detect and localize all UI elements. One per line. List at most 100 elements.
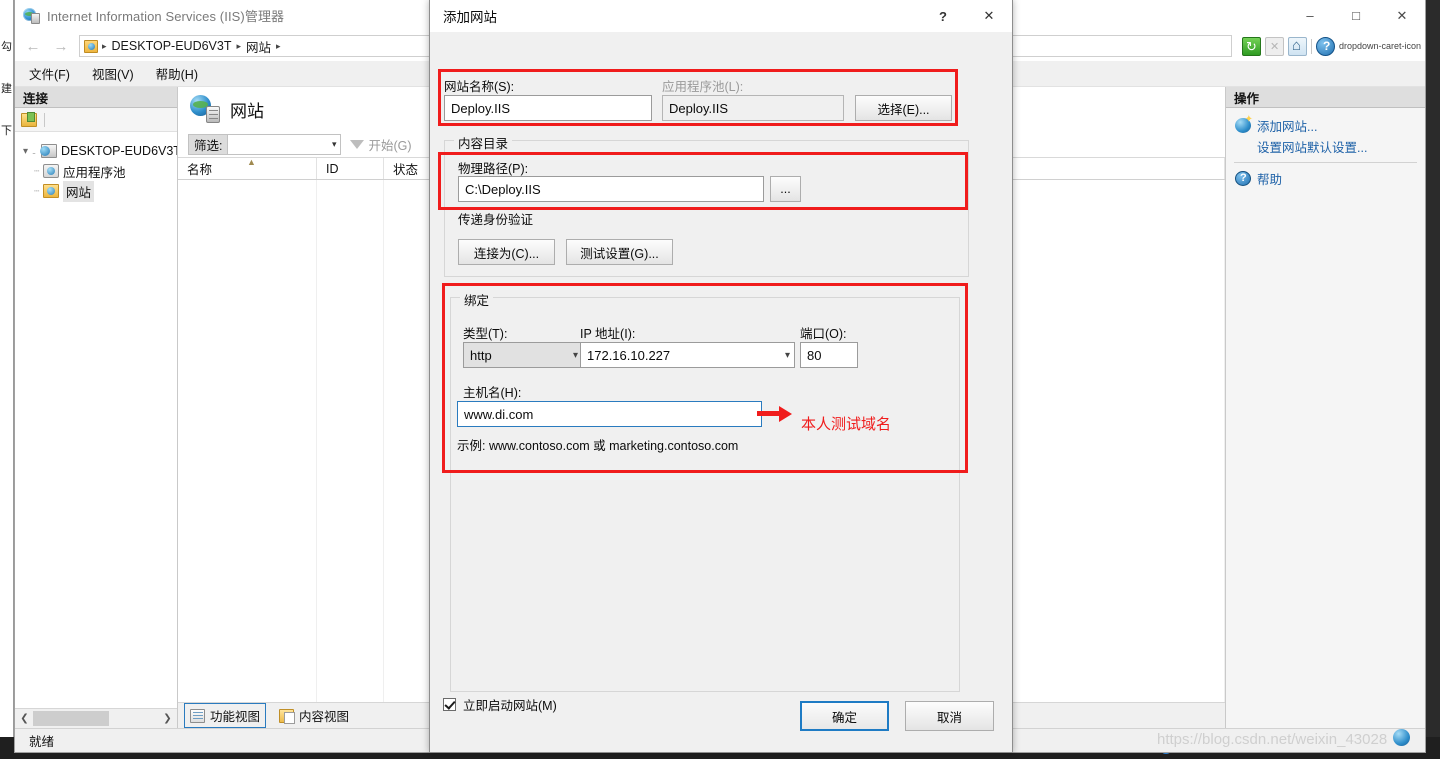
host-name-label: 主机名(H): bbox=[463, 386, 522, 400]
binding-ip-label: IP 地址(I): bbox=[580, 327, 636, 341]
chevron-down-icon[interactable]: ▾ bbox=[19, 146, 32, 157]
action-set-site-defaults[interactable]: 设置网站默认设置... bbox=[1226, 136, 1425, 157]
add-connection-icon[interactable] bbox=[21, 111, 37, 127]
dialog-help-button[interactable]: ? bbox=[920, 0, 966, 32]
start-website-immediately-checkbox[interactable]: 立即启动网站(M) bbox=[443, 695, 557, 714]
select-app-pool-button[interactable]: 选择(E)... bbox=[855, 95, 952, 121]
sites-page-icon bbox=[190, 95, 220, 123]
back-button[interactable]: ← bbox=[19, 34, 47, 58]
dialog-titlebar: 添加网站 ? ✕ bbox=[430, 0, 1012, 32]
status-text: 就绪 bbox=[29, 735, 55, 749]
sidebar-scroll-area: ❮ ❯ bbox=[15, 708, 177, 728]
physical-path-input[interactable]: C:\Deploy.IIS bbox=[458, 176, 764, 202]
action-help[interactable]: 帮助 bbox=[1226, 168, 1425, 189]
tree-node-app-pools[interactable]: ┄ 应用程序池 bbox=[19, 161, 177, 181]
chevron-down-icon[interactable]: ▾ bbox=[779, 350, 790, 361]
breadcrumb-item-sites[interactable]: 网站 bbox=[243, 37, 274, 56]
column-header-name[interactable]: ▲ 名称 bbox=[178, 157, 317, 179]
filter-go-label: 开始(G) bbox=[368, 138, 412, 153]
tree-line: ┄ bbox=[34, 185, 39, 196]
ok-button[interactable]: 确定 bbox=[800, 701, 889, 731]
maximize-button[interactable]: □ bbox=[1333, 0, 1379, 31]
binding-ip-value: 172.16.10.227 bbox=[587, 347, 671, 363]
action-label[interactable]: 设置网站默认设置... bbox=[1257, 137, 1367, 156]
minimize-button[interactable]: – bbox=[1287, 0, 1333, 31]
add-website-dialog: 添加网站 ? ✕ 网站名称(S): 应用程序池(L): Deploy.IIS D… bbox=[429, 0, 1013, 753]
action-label[interactable]: 添加网站... bbox=[1257, 116, 1317, 135]
scroll-left-arrow-icon[interactable]: ❮ bbox=[16, 710, 33, 727]
dialog-close-button[interactable]: ✕ bbox=[966, 0, 1012, 32]
binding-port-input[interactable]: 80 bbox=[800, 342, 858, 368]
tree-node-server[interactable]: ▾ .. DESKTOP-EUD6V3T bbox=[19, 141, 177, 161]
filter-go-button[interactable]: 开始(G) bbox=[350, 135, 412, 154]
sort-ascending-icon: ▲ bbox=[247, 157, 256, 167]
filter-label: 筛选: bbox=[188, 133, 228, 155]
chevron-down-icon[interactable]: dropdown-caret-icon bbox=[1339, 41, 1421, 51]
grid-view-icon bbox=[190, 708, 205, 723]
grid-column-name bbox=[178, 180, 317, 702]
address-bar-icons: dropdown-caret-icon bbox=[1236, 36, 1421, 56]
bg-window-char-2: 下 bbox=[1, 125, 12, 137]
close-button[interactable]: ✕ bbox=[1379, 0, 1425, 31]
breadcrumb-item-server[interactable]: DESKTOP-EUD6V3T bbox=[109, 39, 235, 53]
site-name-value: Deploy.IIS bbox=[451, 100, 511, 116]
watermark-logo-icon bbox=[1393, 729, 1410, 746]
connect-as-button[interactable]: 连接为(C)... bbox=[458, 239, 555, 265]
tab-content-view[interactable]: 内容视图 bbox=[274, 704, 354, 727]
menu-help[interactable]: 帮助(H) bbox=[156, 64, 198, 83]
toolbar-divider bbox=[44, 112, 45, 127]
action-label[interactable]: 帮助 bbox=[1257, 169, 1282, 188]
binding-type-label: 类型(T): bbox=[463, 327, 508, 341]
bg-window-char-1: 建 bbox=[1, 83, 12, 95]
tree-node-sites[interactable]: ┄ 网站 bbox=[19, 180, 177, 202]
dialog-title: 添加网站 bbox=[443, 10, 497, 25]
chevron-down-icon[interactable]: ▾ bbox=[567, 350, 578, 361]
browse-physical-path-button[interactable]: ... bbox=[770, 176, 801, 202]
bg-window-char-0: 勾 bbox=[1, 41, 12, 53]
actions-list: 添加网站... 设置网站默认设置... 帮助 bbox=[1226, 108, 1425, 728]
host-name-input[interactable]: www.di.com bbox=[457, 401, 762, 427]
action-add-website[interactable]: 添加网站... bbox=[1226, 114, 1425, 136]
home-icon[interactable] bbox=[1287, 36, 1307, 56]
start-website-immediately-label: 立即启动网站(M) bbox=[463, 699, 557, 713]
column-header-label: ID bbox=[326, 161, 339, 176]
dialog-footer: 确定 取消 bbox=[430, 682, 1012, 752]
scroll-right-arrow-icon[interactable]: ❯ bbox=[159, 710, 176, 727]
server-icon bbox=[40, 144, 57, 158]
binding-type-value: http bbox=[470, 347, 492, 363]
physical-path-value: C:\Deploy.IIS bbox=[465, 181, 541, 197]
binding-ip-select[interactable]: 172.16.10.227 ▾ bbox=[580, 342, 795, 368]
site-name-label: 网站名称(S): bbox=[444, 80, 515, 94]
cancel-button[interactable]: 取消 bbox=[905, 701, 994, 731]
column-header-id[interactable]: ID bbox=[317, 158, 384, 179]
host-name-hint: 示例: www.contoso.com 或 marketing.contoso.… bbox=[457, 439, 739, 453]
horizontal-scrollbar[interactable]: ❮ ❯ bbox=[16, 710, 176, 727]
physical-path-label: 物理路径(P): bbox=[458, 162, 529, 176]
tree-node-label: 网站 bbox=[63, 180, 95, 202]
tree-line: ┄ bbox=[34, 165, 39, 176]
forward-button[interactable]: → bbox=[47, 34, 75, 58]
scrollbar-thumb[interactable] bbox=[33, 711, 109, 726]
scrollbar-track[interactable] bbox=[33, 710, 159, 727]
binding-type-select[interactable]: http ▾ bbox=[463, 342, 583, 368]
menu-file[interactable]: 文件(F) bbox=[29, 64, 70, 83]
sites-folder-icon bbox=[43, 184, 59, 198]
tab-features-view[interactable]: 功能视图 bbox=[184, 703, 267, 728]
test-settings-button[interactable]: 测试设置(G)... bbox=[566, 239, 673, 265]
toolbar-divider bbox=[1310, 38, 1312, 54]
filter-caret-icon[interactable]: ▾ bbox=[332, 139, 337, 150]
site-name-input[interactable]: Deploy.IIS bbox=[444, 95, 652, 121]
tab-label: 内容视图 bbox=[299, 710, 350, 724]
help-icon[interactable] bbox=[1315, 36, 1335, 56]
host-name-value: www.di.com bbox=[464, 406, 534, 422]
binding-port-value: 80 bbox=[807, 347, 822, 363]
stop-icon bbox=[1264, 36, 1284, 56]
filter-input[interactable]: ▾ bbox=[227, 133, 342, 155]
grid-column-id bbox=[317, 180, 384, 702]
refresh-icon[interactable] bbox=[1241, 36, 1261, 56]
checkbox-indicator[interactable] bbox=[443, 698, 456, 711]
menu-view[interactable]: 视图(V) bbox=[92, 64, 134, 83]
binding-group-label: 绑定 bbox=[460, 290, 494, 309]
breadcrumb-separator-1: ▸ bbox=[236, 40, 242, 51]
help-icon bbox=[1235, 171, 1251, 186]
